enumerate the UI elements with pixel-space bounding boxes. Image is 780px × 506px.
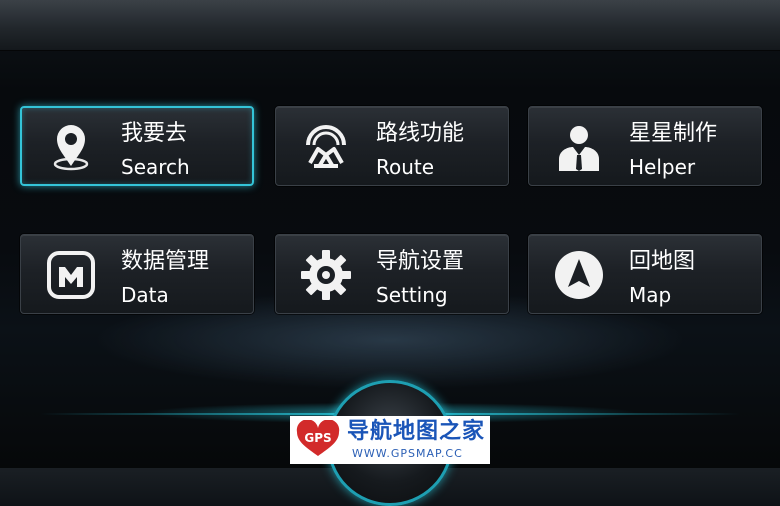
watermark-title: 导航地图之家 — [347, 419, 486, 444]
data-icon — [43, 247, 99, 303]
gps-badge-icon: GPS — [293, 419, 343, 458]
menu-item-route[interactable]: 路线功能 Route — [275, 106, 509, 186]
menu-item-label-en: Search — [121, 155, 190, 179]
menu-item-label-en: Map — [629, 283, 672, 307]
menu-item-label-cn: 回地图 — [629, 249, 696, 274]
menu-item-label-cn: 导航设置 — [376, 249, 465, 274]
menu-item-setting[interactable]: 导航设置 Setting — [275, 234, 509, 314]
route-icon — [298, 119, 354, 175]
menu-item-label-cn: 星星制作 — [629, 121, 718, 146]
menu-item-label-en: Setting — [376, 283, 448, 307]
menu-item-label-cn: 我要去 — [121, 121, 188, 146]
menu-item-helper[interactable]: 星星制作 Helper — [528, 106, 762, 186]
menu-item-map[interactable]: 回地图 Map — [528, 234, 762, 314]
menu-item-label-cn: 路线功能 — [376, 121, 465, 146]
top-bar — [0, 0, 780, 51]
menu-item-label-en: Data — [121, 283, 169, 307]
svg-text:GPS: GPS — [304, 431, 331, 445]
watermark-url: WWW.GPSMAP.CC — [352, 447, 463, 460]
person-icon — [551, 119, 607, 175]
menu-item-label-en: Route — [376, 155, 435, 179]
watermark-logo: GPS 导航地图之家 WWW.GPSMAP.CC — [290, 416, 490, 464]
gear-icon — [298, 247, 354, 303]
location-pin-icon — [43, 119, 99, 175]
compass-arrow-icon — [551, 247, 607, 303]
menu-item-data[interactable]: 数据管理 Data — [20, 234, 254, 314]
menu-item-label-cn: 数据管理 — [121, 249, 210, 274]
menu-item-label-en: Helper — [629, 155, 696, 179]
menu-item-search[interactable]: 我要去 Search — [20, 106, 254, 186]
